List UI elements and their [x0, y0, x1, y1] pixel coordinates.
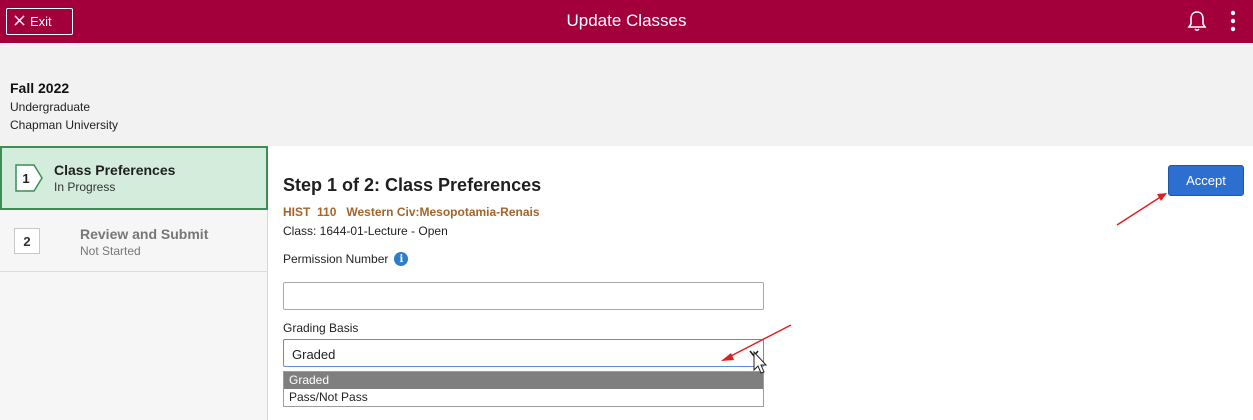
- bell-icon[interactable]: [1187, 10, 1207, 32]
- grading-basis-select[interactable]: Graded: [283, 339, 764, 367]
- class-info: Class: 1644-01-Lecture - Open: [283, 224, 448, 238]
- grading-option-pass-not-pass[interactable]: Pass/Not Pass: [284, 389, 763, 406]
- term-name: Fall 2022: [10, 80, 70, 96]
- step-1-badge: 1: [15, 164, 43, 192]
- chevron-down-icon: [749, 350, 759, 358]
- main-content: Step 1 of 2: Class Preferences HIST 110 …: [269, 146, 1253, 420]
- step-2-status: Not Started: [80, 244, 141, 258]
- step-review-and-submit[interactable]: 2 Review and Submit Not Started: [0, 210, 268, 272]
- step-class-preferences[interactable]: 1 Class Preferences In Progress: [0, 146, 268, 210]
- permission-number-input[interactable]: [283, 282, 764, 310]
- step-1-number: 1: [22, 171, 29, 186]
- grading-option-graded[interactable]: Graded: [284, 372, 763, 389]
- step-1-status: In Progress: [54, 180, 116, 194]
- step-2-title: Review and Submit: [80, 226, 209, 242]
- page-title: Update Classes: [566, 11, 687, 30]
- institution-label: Chapman University: [10, 118, 119, 132]
- step-heading: Step 1 of 2: Class Preferences: [283, 175, 542, 195]
- grading-basis-label: Grading Basis: [283, 321, 359, 335]
- grading-basis-value: Graded: [292, 347, 336, 362]
- permission-label-text: Permission Number: [283, 252, 389, 266]
- top-bar: Exit Update Classes: [0, 0, 1253, 43]
- grading-basis-dropdown: Graded Pass/Not Pass: [283, 371, 764, 407]
- steps-sidebar: 1 Class Preferences In Progress 2 Review…: [0, 146, 268, 420]
- step-2-badge: 2: [14, 228, 40, 254]
- step-1-title: Class Preferences: [54, 162, 176, 178]
- course-title: HIST 110 Western Civ:Mesopotamia-Renais: [283, 205, 540, 219]
- permission-number-label: Permission Number i: [283, 252, 409, 266]
- career-label: Undergraduate: [10, 100, 91, 114]
- more-vertical-icon[interactable]: [1227, 9, 1239, 33]
- info-icon[interactable]: i: [394, 252, 409, 266]
- term-header: Fall 2022 Undergraduate Chapman Universi…: [0, 43, 1253, 146]
- accept-button[interactable]: Accept: [1168, 165, 1244, 196]
